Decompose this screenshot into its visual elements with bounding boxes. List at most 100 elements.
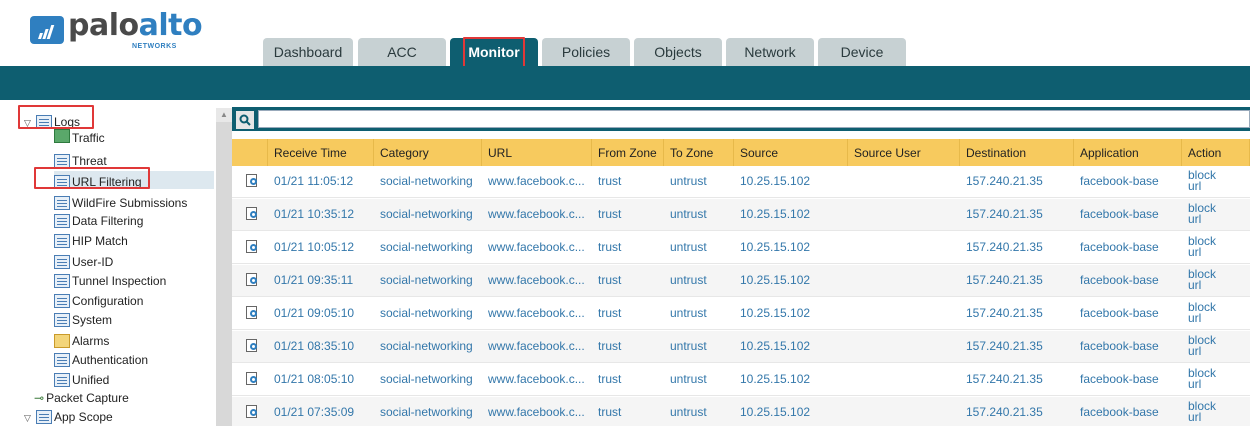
sidebar-item-unified[interactable]: Unified [54, 369, 109, 387]
log-filter-input[interactable] [258, 110, 1250, 128]
log-detail-icon[interactable] [246, 240, 260, 255]
log-detail-icon[interactable] [246, 174, 260, 189]
column-header-detail [232, 139, 268, 166]
cell-to: untrust [670, 306, 707, 320]
cell-time: 01/21 08:05:10 [274, 372, 355, 386]
cell-app: facebook-base [1080, 174, 1159, 188]
column-header-from-zone[interactable]: From Zone [592, 139, 664, 166]
sidebar [16, 100, 232, 426]
nav-bar [0, 66, 1250, 100]
logo-badge-icon [30, 16, 64, 44]
sidebar-item-traffic[interactable]: Traffic [54, 129, 105, 149]
table-row[interactable]: 01/21 10:35:12 social-networking www.faceb… [232, 199, 1250, 231]
table-row[interactable]: 01/21 11:05:12 social-networking www.faceb… [232, 166, 1250, 198]
column-header-url[interactable]: URL [482, 139, 592, 166]
scroll-up-arrow-icon[interactable]: ▲ [216, 108, 232, 122]
sidebar-item-wildfire-submissions[interactable]: WildFire Submissions [54, 192, 187, 210]
sidebar-item-label: App Scope [54, 410, 113, 424]
cell-category: social-networking [380, 174, 473, 188]
sidebar-item-label: Authentication [72, 353, 149, 367]
table-row[interactable]: 01/21 09:05:10 social-networking www.faceb… [232, 298, 1250, 330]
sidebar-scrollbar[interactable] [216, 108, 232, 426]
sidebar-item-url-filtering[interactable]: URL Filtering [54, 171, 214, 189]
cell-action: block-url [1188, 234, 1216, 259]
cell-url: www.facebook.c... [488, 273, 585, 287]
tab-dashboard[interactable]: Dashboard [263, 38, 353, 66]
cell-source: 10.25.15.102 [740, 306, 811, 320]
wildfire-icon [54, 196, 70, 210]
sidebar-item-label: WildFire Submissions [72, 196, 188, 210]
column-header-source[interactable]: Source [734, 139, 848, 166]
configuration-icon [54, 294, 70, 308]
log-detail-icon[interactable] [246, 306, 260, 321]
cell-from: trust [598, 339, 622, 353]
sidebar-item-label: Threat [72, 154, 107, 168]
table-row[interactable]: 01/21 08:35:10 social-networking www.faceb… [232, 331, 1250, 363]
cell-to: untrust [670, 273, 707, 287]
column-header-receive-time[interactable]: Receive Time [268, 139, 374, 166]
column-header-action[interactable]: Action [1182, 139, 1250, 166]
tab-device[interactable]: Device [818, 38, 906, 66]
url-filtering-icon [54, 175, 70, 189]
expand-triangle-icon[interactable]: ▽ [24, 118, 34, 129]
cell-url: www.facebook.c... [488, 405, 585, 419]
cell-time: 01/21 07:35:09 [274, 405, 355, 419]
sidebar-item-threat[interactable]: Threat [54, 150, 107, 168]
sidebar-item-app-scope[interactable]: ▽ App Scope [24, 408, 113, 424]
cell-action: block-url [1188, 201, 1216, 226]
cell-url: www.facebook.c... [488, 174, 585, 188]
tab-acc[interactable]: ACC [358, 38, 446, 66]
cell-from: trust [598, 306, 622, 320]
cell-category: social-networking [380, 240, 473, 254]
table-row[interactable]: 01/21 09:35:11 social-networking www.faceb… [232, 265, 1250, 297]
app-scope-icon [36, 410, 52, 424]
log-detail-icon[interactable] [246, 405, 260, 420]
cell-dest: 157.240.21.35 [966, 306, 1043, 320]
user-id-icon [54, 255, 70, 269]
sidebar-item-logs[interactable]: ▽ Logs [24, 113, 80, 129]
tab-network[interactable]: Network [726, 38, 814, 66]
tab-monitor[interactable]: Monitor [450, 38, 538, 66]
log-detail-icon[interactable] [246, 372, 260, 387]
sidebar-item-authentication[interactable]: Authentication [54, 349, 148, 367]
log-detail-icon[interactable] [246, 207, 260, 222]
sidebar-item-user-id[interactable]: User-ID [54, 251, 113, 269]
cell-user [848, 397, 960, 426]
column-header-source-user[interactable]: Source User [848, 139, 960, 166]
column-header-application[interactable]: Application [1074, 139, 1182, 166]
sidebar-item-label: Traffic [72, 131, 105, 145]
cell-from: trust [598, 174, 622, 188]
sidebar-item-alarms[interactable]: Alarms [54, 330, 109, 348]
tab-objects[interactable]: Objects [634, 38, 722, 66]
column-header-category[interactable]: Category [374, 139, 482, 166]
sidebar-item-data-filtering[interactable]: Data Filtering [54, 210, 143, 228]
sidebar-item-system[interactable]: System [54, 309, 112, 327]
cell-time: 01/21 09:05:10 [274, 306, 355, 320]
table-row[interactable]: 01/21 07:35:09 social-networking www.faceb… [232, 397, 1250, 426]
search-icon[interactable] [236, 111, 254, 129]
log-detail-icon[interactable] [246, 339, 260, 354]
hip-match-icon [54, 234, 70, 248]
sidebar-item-label: User-ID [72, 255, 114, 269]
sidebar-item-packet-capture[interactable]: ⊸ Packet Capture [34, 389, 129, 405]
cell-app: facebook-base [1080, 306, 1159, 320]
sidebar-item-hip-match[interactable]: HIP Match [54, 230, 128, 248]
tab-policies[interactable]: Policies [542, 38, 630, 66]
column-header-to-zone[interactable]: To Zone [664, 139, 734, 166]
sidebar-item-tunnel-inspection[interactable]: Tunnel Inspection [54, 270, 166, 288]
cell-source: 10.25.15.102 [740, 273, 811, 287]
logo-subtitle: NETWORKS [132, 43, 177, 50]
cell-from: trust [598, 207, 622, 221]
sidebar-item-configuration[interactable]: Configuration [54, 290, 143, 308]
log-detail-icon[interactable] [246, 273, 260, 288]
sidebar-item-label: System [72, 313, 113, 327]
url-log-table: Receive Time Category URL From Zone To Z… [232, 139, 1250, 426]
cell-user [848, 331, 960, 363]
tunnel-inspection-icon [54, 274, 70, 288]
cell-category: social-networking [380, 372, 473, 386]
table-row[interactable]: 01/21 08:05:10 social-networking www.faceb… [232, 364, 1250, 396]
column-header-destination[interactable]: Destination [960, 139, 1074, 166]
table-row[interactable]: 01/21 10:05:12 social-networking www.faceb… [232, 232, 1250, 264]
expand-triangle-icon[interactable]: ▽ [24, 413, 34, 424]
cell-app: facebook-base [1080, 240, 1159, 254]
